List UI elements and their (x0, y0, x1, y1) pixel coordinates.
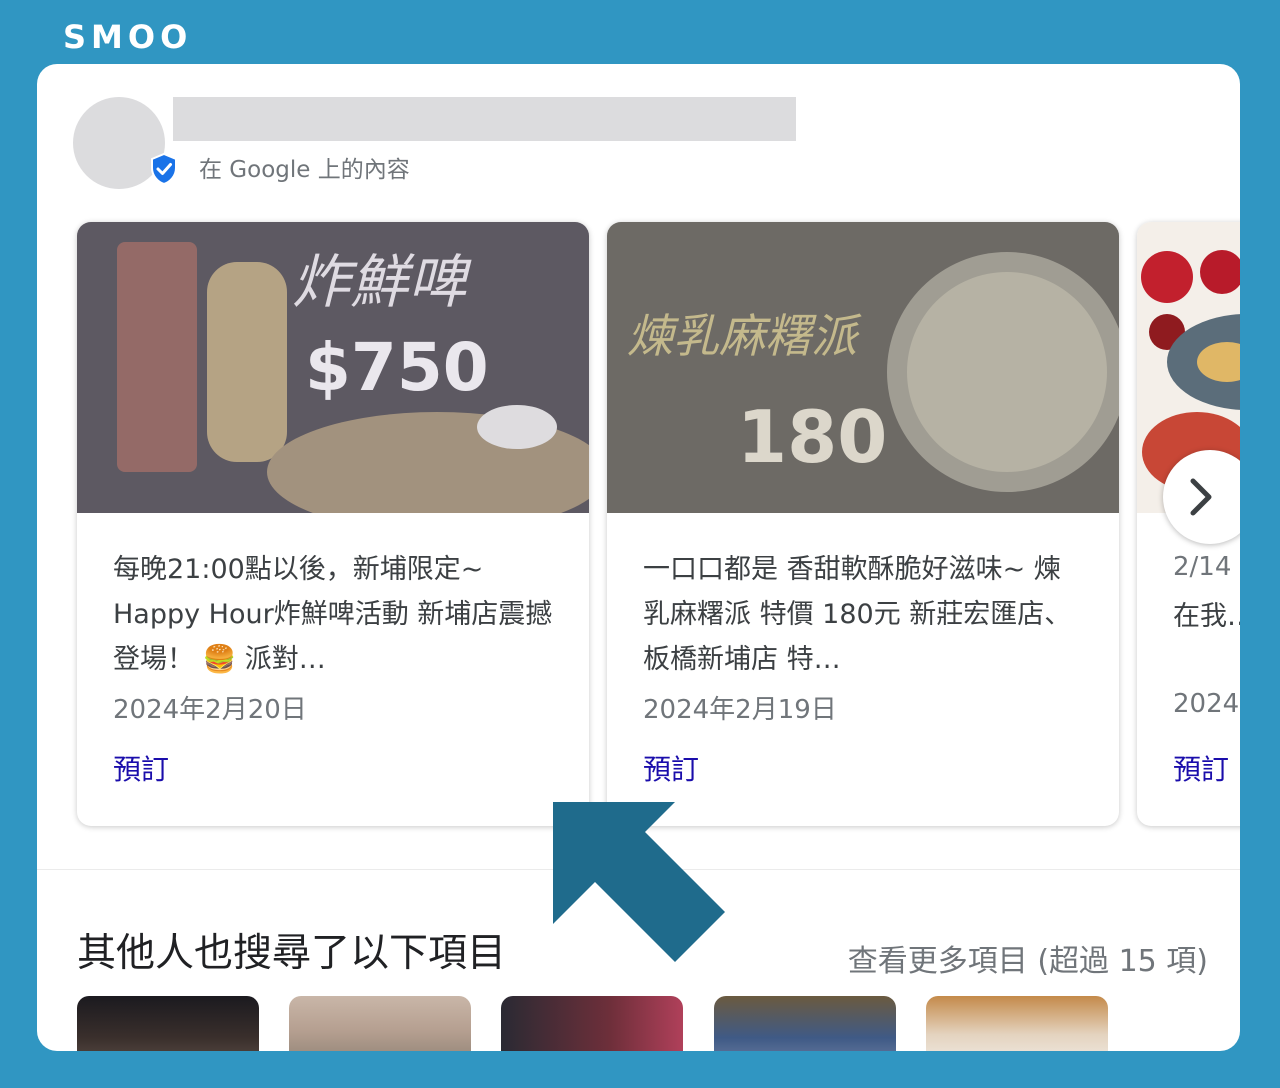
post-text: 一口口都是 香甜軟酥脆好滋味~ 煉乳麻糬派 特價 180元 新莊宏匯店、板橋新埔… (643, 554, 1072, 675)
related-place-thumbnail[interactable] (77, 996, 259, 1051)
related-place-thumbnail[interactable] (501, 996, 683, 1051)
related-place-thumbnail[interactable] (926, 996, 1108, 1051)
related-place-thumbnail[interactable] (289, 996, 471, 1051)
reserve-link[interactable]: 預訂 (113, 748, 169, 788)
post-text: 在我… 在美… (1173, 601, 1240, 632)
post-text: 每晚21:00點以後，新埔限定~ Happy Hour炸鮮啤活動 新埔店震撼登場… (113, 554, 553, 675)
post-date: 2024 (1173, 689, 1240, 719)
post-card[interactable]: 煉乳麻糬派 180 一口口都是 香甜軟酥脆好滋味~ 煉乳麻糬派 特價 180元 … (607, 222, 1119, 826)
post-date: 2024年2月19日 (643, 695, 837, 725)
post-date: 2024年2月20日 (113, 695, 307, 725)
post-image: 炸鮮啤 $750 (77, 222, 589, 513)
business-name-redacted (173, 97, 796, 141)
source-label: 在 Google 上的內容 (199, 157, 410, 183)
reserve-link[interactable]: 預訂 (1173, 748, 1229, 788)
verified-badge-icon (151, 152, 177, 186)
related-places-row (77, 996, 1177, 1051)
reserve-link[interactable]: 預訂 (643, 748, 699, 788)
post-card[interactable]: 炸鮮啤 $750 每晚21:00點以後，新埔限定~ Happy Hour炸鮮啤活… (77, 222, 589, 826)
chevron-right-icon (1190, 478, 1212, 516)
posts-carousel: 炸鮮啤 $750 每晚21:00點以後，新埔限定~ Happy Hour炸鮮啤活… (77, 222, 1240, 830)
annotation-arrow-icon (553, 802, 725, 962)
post-image: 煉乳麻糬派 180 (607, 222, 1119, 513)
people-also-search-title: 其他人也搜尋了以下項目 (77, 931, 507, 976)
related-place-thumbnail[interactable] (714, 996, 896, 1051)
brand-logo: SMOO (63, 18, 193, 56)
post-date-partial: 2/14 (1173, 552, 1232, 582)
see-more-link[interactable]: 查看更多項目 (超過 15 項) (848, 936, 1208, 980)
